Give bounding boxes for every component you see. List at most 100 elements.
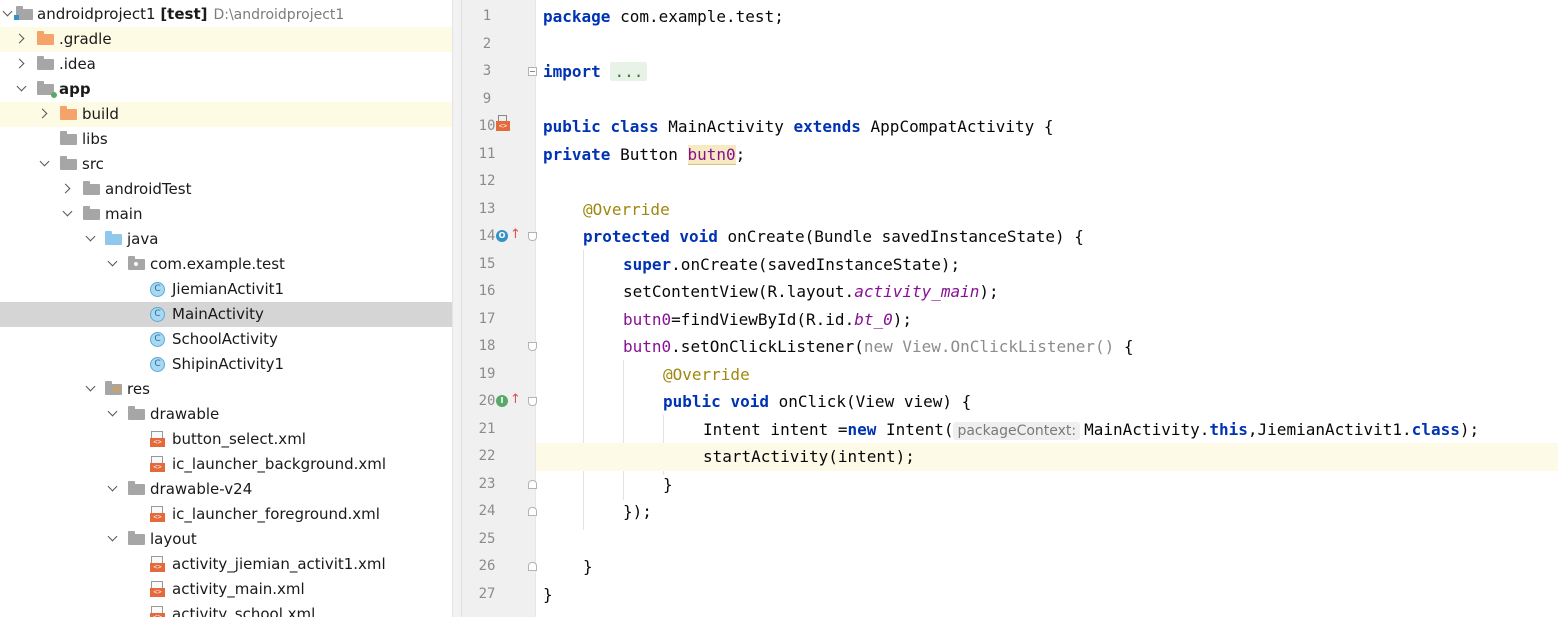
gutter-line: 1: [462, 3, 536, 31]
tree-item-label: app: [59, 80, 91, 98]
gutter-line: 12: [462, 168, 536, 196]
tree-item-ic-launcher-background-xml[interactable]: ic_launcher_background.xml: [0, 452, 452, 477]
code-editor[interactable]: 1 2 3 9 10 11 12 13 14O↑ 15 16 17 18 19 …: [462, 0, 1558, 617]
tree-item-mainactivity[interactable]: C MainActivity: [0, 302, 452, 327]
expand-arrow-icon[interactable]: [14, 77, 30, 102]
tree-item-label: com.example.test: [150, 255, 285, 273]
gutter-line: 26: [462, 553, 537, 581]
tree-item-label: drawable: [150, 405, 220, 423]
tree-item-drawable-v24[interactable]: drawable-v24: [0, 477, 452, 502]
tree-root[interactable]: androidproject1 [test] D:\androidproject1: [0, 2, 452, 27]
tree-item-src[interactable]: src: [0, 152, 452, 177]
gutter-line: 22: [462, 443, 536, 471]
line-number: 25: [478, 530, 496, 547]
class-icon: C: [150, 332, 165, 347]
line-number: 19: [478, 365, 496, 382]
expand-arrow-icon[interactable]: [105, 477, 121, 502]
line-number: 23: [478, 475, 496, 492]
tree-item-label: drawable-v24: [150, 480, 253, 498]
code-line: setContentView(R.layout.activity_main);: [623, 282, 999, 301]
expand-arrow-icon[interactable]: [60, 177, 76, 202]
module-folder-icon: [37, 81, 57, 98]
tree-item-res[interactable]: res: [0, 377, 452, 402]
xml-file-icon: [150, 431, 165, 447]
tree-item-label: libs: [82, 130, 108, 148]
tree-item-activity-jiemian-xml[interactable]: activity_jiemian_activit1.xml: [0, 552, 452, 577]
tree-item-app[interactable]: app: [0, 77, 452, 102]
tree-item-activity-main-xml[interactable]: activity_main.xml: [0, 577, 452, 602]
tree-item-label: layout: [150, 530, 197, 548]
folded-imports[interactable]: ...: [610, 62, 648, 81]
implements-method-icon[interactable]: I: [496, 395, 508, 407]
highlighted-field[interactable]: butn0: [687, 144, 736, 165]
tree-item-ic-launcher-foreground-xml[interactable]: ic_launcher_foreground.xml: [0, 502, 452, 527]
expand-arrow-icon[interactable]: [60, 202, 76, 227]
code-text-area[interactable]: package com.example.test; import ... pub…: [536, 0, 1558, 617]
xml-file-icon: [150, 506, 165, 522]
class-icon: C: [150, 357, 165, 372]
line-number: 3: [482, 63, 492, 79]
tree-item-idea[interactable]: .idea: [0, 52, 452, 77]
source-folder-icon: [105, 231, 122, 245]
panel-splitter[interactable]: [452, 0, 462, 617]
tree-item-label: activity_main.xml: [172, 580, 305, 598]
tree-item-package[interactable]: com.example.test: [0, 252, 452, 277]
class-icon: C: [150, 282, 165, 297]
tree-item-jiemianactivit1[interactable]: C JiemianActivit1: [0, 277, 452, 302]
gutter-line: 16: [462, 278, 536, 306]
expand-arrow-icon[interactable]: [83, 377, 99, 402]
tree-item-schoolactivity[interactable]: C SchoolActivity: [0, 327, 452, 352]
up-arrow-icon[interactable]: ↑: [510, 228, 521, 242]
line-number: 12: [478, 173, 496, 189]
tree-item-layout[interactable]: layout: [0, 527, 452, 552]
expand-arrow-icon[interactable]: [83, 227, 99, 252]
line-number: 17: [478, 310, 496, 327]
gutter-line: 15: [462, 251, 536, 279]
tree-item-libs[interactable]: libs: [0, 127, 452, 152]
expand-arrow-icon[interactable]: [14, 52, 30, 77]
tree-item-label: build: [82, 105, 119, 123]
expand-arrow-icon[interactable]: [37, 102, 53, 127]
tree-item-label: ic_launcher_foreground.xml: [172, 505, 380, 523]
line-number: 26: [478, 558, 496, 574]
editor-gutter[interactable]: 1 2 3 9 10 11 12 13 14O↑ 15 16 17 18 19 …: [462, 0, 537, 617]
gutter-line: 3: [462, 58, 537, 86]
code-line: public class MainActivity extends AppCom…: [543, 117, 1054, 136]
tree-item-activity-school-xml[interactable]: activity_school.xml: [0, 602, 452, 617]
gutter-line: 17: [462, 306, 536, 334]
tree-item-main[interactable]: main: [0, 202, 452, 227]
tree-item-button-select-xml[interactable]: button_select.xml: [0, 427, 452, 452]
up-arrow-icon[interactable]: ↑: [510, 393, 521, 407]
root-name: androidproject1: [37, 5, 156, 23]
tree-item-gradle[interactable]: .gradle: [0, 27, 452, 52]
tree-item-label: button_select.xml: [172, 430, 306, 448]
folder-icon: [60, 131, 77, 145]
folder-icon: [83, 206, 100, 220]
tree-item-shipinactivity1[interactable]: C ShipinActivity1: [0, 352, 452, 377]
folder-icon: [128, 531, 145, 545]
gutter-line: 10: [462, 113, 536, 141]
expand-arrow-icon[interactable]: [105, 527, 121, 552]
expand-arrow-icon[interactable]: [37, 152, 53, 177]
gutter-line: 2: [462, 31, 536, 59]
xml-file-icon: [150, 581, 165, 597]
tree-item-java[interactable]: java: [0, 227, 452, 252]
tree-item-drawable[interactable]: drawable: [0, 402, 452, 427]
override-method-icon[interactable]: O: [496, 230, 508, 242]
expand-arrow-icon[interactable]: [105, 252, 121, 277]
related-layout-icon[interactable]: [496, 115, 510, 131]
code-line: butn0=findViewById(R.id.bt_0);: [623, 309, 912, 329]
expand-arrow-icon[interactable]: [105, 402, 121, 427]
tree-item-androidtest[interactable]: androidTest: [0, 177, 452, 202]
root-path: D:\androidproject1: [213, 7, 345, 23]
folder-icon: [37, 31, 54, 45]
tree-item-build[interactable]: build: [0, 102, 452, 127]
expand-arrow-icon[interactable]: [14, 27, 30, 52]
parameter-hint: packageContext:: [953, 421, 1081, 440]
module-folder-icon: [14, 6, 33, 20]
tree-item-label: activity_jiemian_activit1.xml: [172, 555, 386, 573]
code-line: }: [543, 584, 553, 604]
line-number: 16: [478, 283, 496, 299]
